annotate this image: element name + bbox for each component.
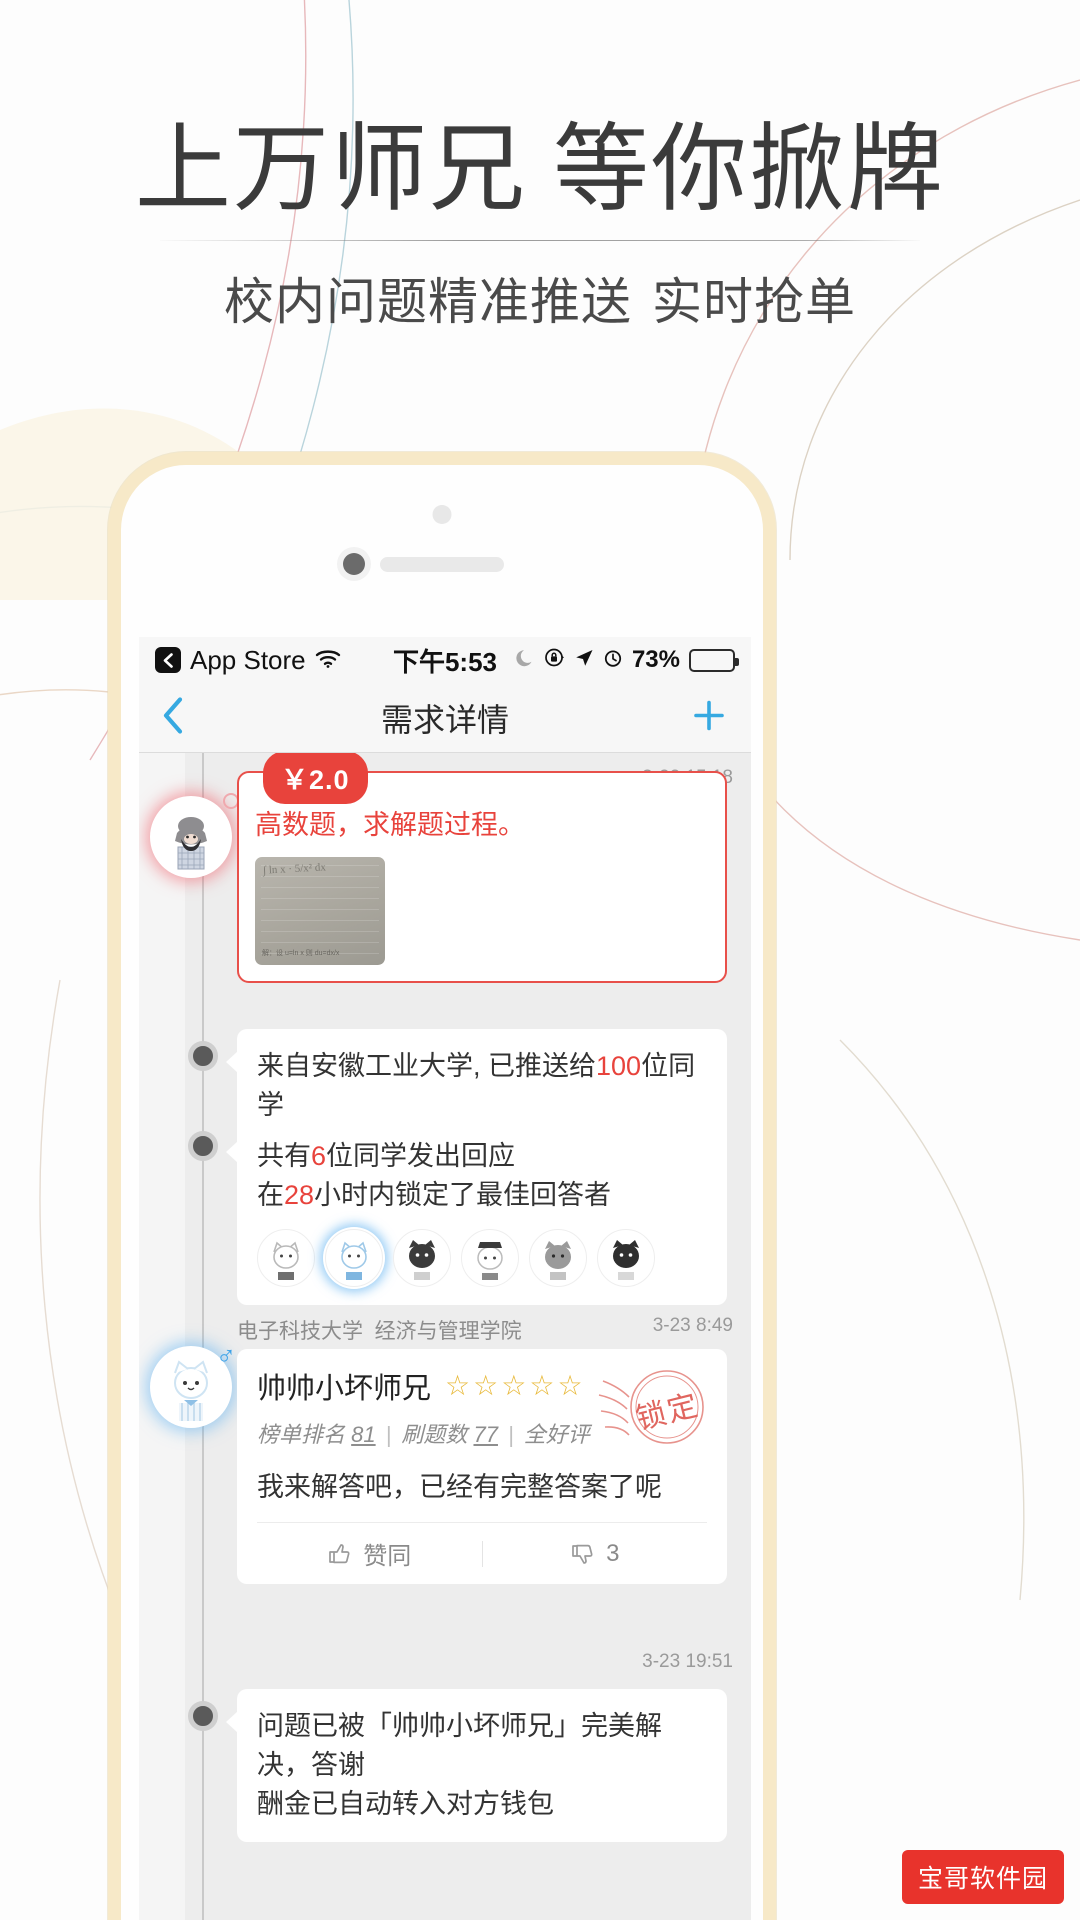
- disagree-button[interactable]: 3: [483, 1540, 708, 1568]
- promo-headline: 上万师兄 等你掀牌: [0, 118, 1080, 222]
- location-arrow-icon: [574, 646, 594, 675]
- attachment-scribble: ∫ ln x · 5/x² dx: [262, 861, 327, 878]
- rank-label: 榜单排名: [257, 1422, 346, 1447]
- rotation-lock-icon: [544, 646, 565, 675]
- headline-part1: 上万师兄: [135, 116, 527, 223]
- timeline-dot: [188, 1041, 218, 1071]
- responder-avatar-list[interactable]: [257, 1229, 707, 1288]
- answer-meta: 电子科技大学 经济与管理学院: [237, 1315, 522, 1345]
- alarm-clock-icon: [603, 646, 623, 675]
- status-bar-app-name[interactable]: App Store: [190, 645, 306, 676]
- watermark: 宝哥软件园: [901, 1850, 1064, 1904]
- status-bar-left[interactable]: App Store: [155, 645, 341, 676]
- push-count: 100: [596, 1051, 642, 1081]
- star-icon: ☆: [501, 1370, 527, 1401]
- subhead-part1: 校内问题精准推送: [224, 274, 632, 330]
- agree-button[interactable]: 赞同: [257, 1536, 482, 1571]
- thumbs-down-icon: [572, 1544, 593, 1564]
- agree-label: 赞同: [363, 1543, 412, 1570]
- answerer-row: 帅帅小坏师兄 ☆ ☆ ☆ ☆ ☆: [257, 1365, 707, 1407]
- cat-avatar-4[interactable]: [461, 1229, 519, 1288]
- closing-line1: 问题已被「帅帅小坏师兄」完美解决，答谢: [257, 1711, 662, 1781]
- responses-line2-after: 小时内锁定了最佳回答者: [314, 1180, 612, 1211]
- headline-divider: [160, 240, 920, 241]
- subhead-part2: 实时抢单: [652, 274, 856, 330]
- star-icon: ☆: [445, 1370, 471, 1401]
- closing-timestamp: 3-23 19:51: [642, 1651, 733, 1672]
- moon-icon: [516, 646, 535, 675]
- rank-value: 81: [351, 1422, 376, 1447]
- timeline-line: [202, 753, 204, 1920]
- answer-timestamp: 3-23 8:49: [652, 1315, 733, 1336]
- answer-actions[interactable]: 赞同 3: [257, 1522, 707, 1584]
- push-text-before: 来自安徽工业大学, 已推送给: [257, 1051, 597, 1081]
- answer-card[interactable]: 锁定 帅帅小坏师兄 ☆ ☆ ☆ ☆ ☆ 榜单排名 81 | 刷题数 77 | 全好评 我来解答吧…: [237, 1349, 727, 1584]
- promo-subhead: 校内问题精准推送 实时抢单: [0, 262, 1080, 334]
- cat-avatar-5[interactable]: [529, 1229, 587, 1288]
- cat-avatar-2[interactable]: [325, 1229, 383, 1288]
- cat-avatar-1[interactable]: [257, 1229, 315, 1288]
- attachment-footnote: 解：设 u=ln x 则 du=dx/x: [262, 950, 340, 958]
- phone-mockup: App Store 下午5:53 73% 需求详情 ￥2.0 高数题，求解题过程…: [108, 452, 776, 1920]
- nav-bar: 需求详情: [139, 683, 751, 753]
- responses-bubble: 共有6位同学发出回应 在28小时内锁定了最佳回答者: [226, 1119, 727, 1306]
- responses-hours: 28: [284, 1180, 315, 1211]
- headline-part2: 等你掀牌: [553, 116, 945, 223]
- homework-photo[interactable]: ∫ ln x · 5/x² dx 解：设 u=ln x 则 du=dx/x: [255, 857, 385, 966]
- status-bar-right: 73%: [516, 646, 739, 675]
- star-icon: ☆: [557, 1370, 583, 1401]
- page-title: 需求详情: [380, 701, 509, 738]
- battery-icon: [689, 648, 739, 672]
- back-to-app-icon[interactable]: [155, 647, 181, 673]
- star-icon: ☆: [529, 1370, 555, 1401]
- responses-line1-before: 共有: [257, 1141, 311, 1171]
- closing-line2: 酬金已自动转入对方钱包: [257, 1789, 554, 1820]
- answer-school: 电子科技大学: [237, 1320, 363, 1343]
- thread-content[interactable]: 3-22 15:18: [139, 753, 751, 1920]
- requester-avatar[interactable]: [153, 799, 229, 875]
- timeline-dot: [188, 1131, 218, 1161]
- request-text: 高数题，求解题过程。: [255, 810, 525, 840]
- timeline-gutter: [139, 753, 185, 1920]
- responses-line2: 在28小时内锁定了最佳回答者: [257, 1176, 707, 1215]
- review-label: 全好评: [523, 1422, 590, 1447]
- rating-stars: ☆ ☆ ☆ ☆ ☆: [445, 1372, 583, 1400]
- battery-percentage: 73%: [631, 646, 680, 673]
- responses-count: 6: [311, 1141, 327, 1171]
- wifi-icon: [315, 646, 341, 675]
- disagree-count: 3: [606, 1539, 620, 1567]
- star-icon: ☆: [473, 1370, 499, 1401]
- solved-value: 77: [473, 1422, 498, 1447]
- timeline-dot: [188, 1701, 218, 1731]
- answer-body: 我来解答吧，已经有完整答案了呢: [257, 1472, 662, 1502]
- promo-page: 上万师兄 等你掀牌 校内问题精准推送 实时抢单 App Store 下午5:53…: [0, 0, 1080, 1920]
- answer-department: 经济与管理学院: [374, 1320, 522, 1343]
- responses-line1: 共有6位同学发出回应: [257, 1137, 707, 1176]
- request-card[interactable]: ￥2.0 高数题，求解题过程。 ∫ ln x · 5/x² dx 解：设 u=l…: [237, 753, 727, 984]
- solved-label: 刷题数: [401, 1422, 468, 1447]
- front-camera: [343, 553, 365, 575]
- cat-avatar-6[interactable]: [597, 1229, 655, 1288]
- price-badge: ￥2.0: [263, 753, 368, 804]
- status-bar: App Store 下午5:53 73%: [139, 637, 751, 683]
- earpiece-speaker: [380, 557, 504, 572]
- cat-avatar-3[interactable]: [393, 1229, 451, 1288]
- responses-line1-after: 位同学发出回应: [326, 1141, 516, 1171]
- answerer-stats: 榜单排名 81 | 刷题数 77 | 全好评: [257, 1422, 590, 1447]
- phone-screen: App Store 下午5:53 73% 需求详情 ￥2.0 高数题，求解题过程…: [139, 637, 751, 1920]
- responses-line2-before: 在: [257, 1180, 284, 1211]
- proximity-sensor: [432, 505, 452, 524]
- answerer-name: 帅帅小坏师兄: [257, 1373, 432, 1405]
- closing-bubble: 问题已被「帅帅小坏师兄」完美解决，答谢 酬金已自动转入对方钱包: [226, 1689, 727, 1843]
- thumbs-up-icon: [329, 1543, 350, 1563]
- add-button[interactable]: [691, 697, 727, 738]
